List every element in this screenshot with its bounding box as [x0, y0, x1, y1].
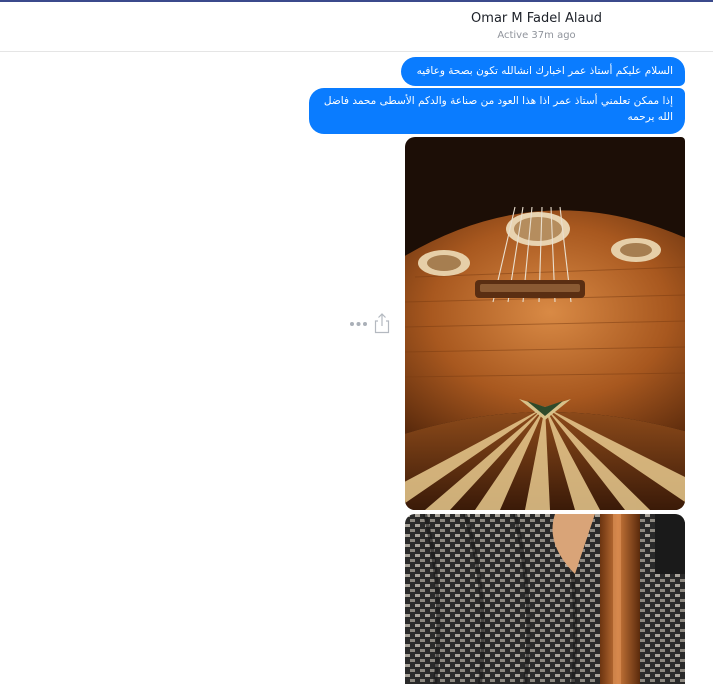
active-status: Active 37m ago — [497, 30, 576, 41]
conversation-header: Omar M Fadel Alaud Active 37m ago — [0, 2, 713, 52]
message-actions — [349, 312, 394, 336]
more-icon[interactable] — [349, 316, 369, 330]
message-bubble[interactable]: السلام عليكم أستاذ عمر اخبارك انشالله تك… — [401, 57, 685, 86]
message-bubble[interactable]: إذا ممكن تعلمني أستاذ عمر اذا هذا العود … — [309, 88, 685, 134]
share-icon[interactable] — [372, 312, 392, 334]
oud-soundboard-photo[interactable] — [405, 137, 685, 510]
contact-name[interactable]: Omar M Fadel Alaud — [0, 11, 713, 26]
oud-neck-fabric-photo[interactable] — [405, 514, 685, 684]
